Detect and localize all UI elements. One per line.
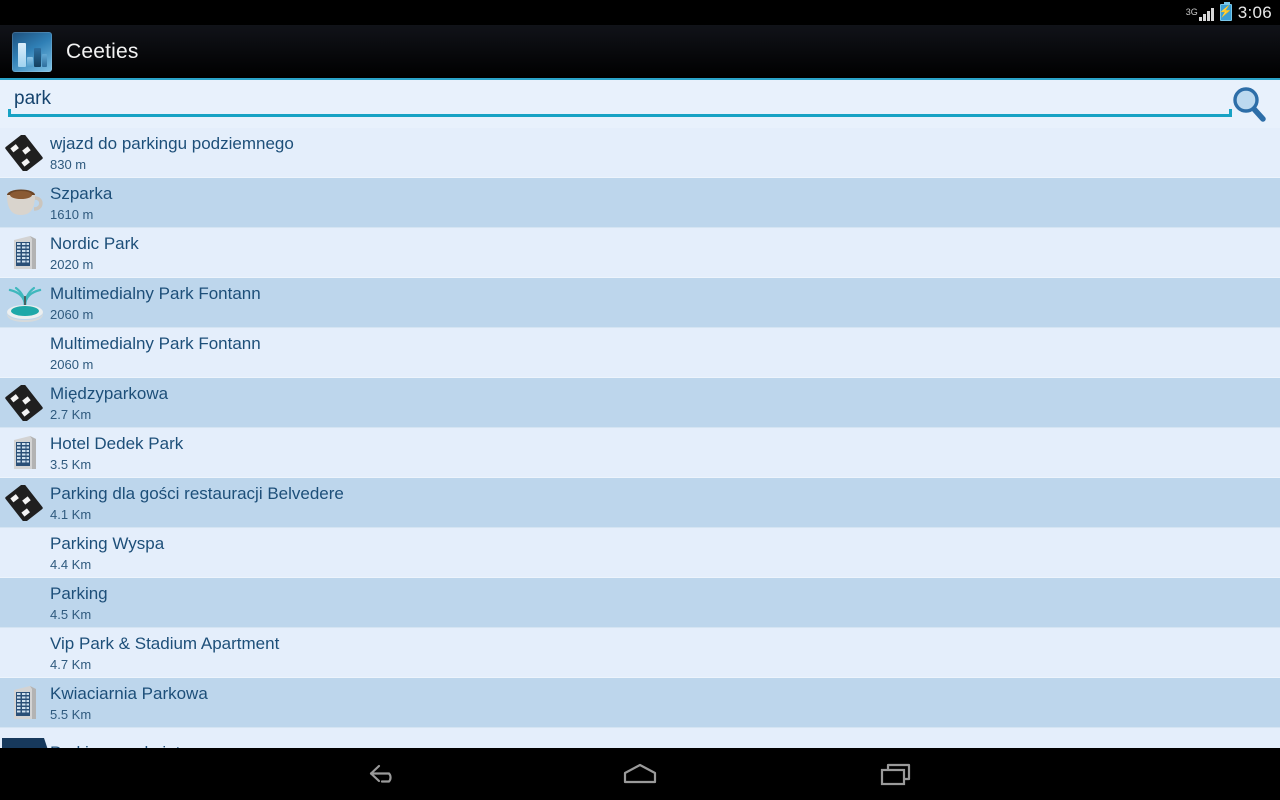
- building-icon: [0, 678, 50, 728]
- list-item-title: Multimedialny Park Fontann: [50, 283, 261, 303]
- list-item-distance: 830 m: [50, 156, 87, 172]
- list-item-text: Szparka 1610 m: [50, 183, 112, 223]
- coffee-cup-icon: [7, 189, 43, 215]
- list-item-distance: 5.5 Km: [50, 706, 92, 722]
- list-item-distance: 2060 m: [50, 306, 94, 322]
- road-icon: [5, 484, 43, 521]
- back-button[interactable]: [320, 748, 448, 800]
- navigation-bar: [0, 748, 1280, 800]
- list-item-icon-empty: [0, 628, 50, 678]
- list-item-distance: 4.5 Km: [50, 606, 92, 622]
- road-icon: [5, 384, 43, 421]
- list-item-distance: 4.4 Km: [50, 556, 92, 572]
- list-item[interactable]: Parking Wyspa 4.4 Km: [0, 528, 1280, 578]
- list-item-title: Nordic Park: [50, 233, 139, 253]
- list-item-distance: 2.7 Km: [50, 406, 92, 422]
- list-item-title: Parking: [50, 583, 108, 603]
- search-input[interactable]: [8, 82, 1232, 117]
- list-item-distance: 2020 m: [50, 256, 94, 272]
- list-item[interactable]: Szparka 1610 m: [0, 178, 1280, 228]
- list-item-title: Parking Wyspa: [50, 533, 165, 553]
- recents-button[interactable]: [832, 748, 960, 800]
- closed-parking-gate-icon: [2, 737, 48, 748]
- list-item-text: Hotel Dedek Park 3.5 Km: [50, 433, 183, 473]
- road-icon: [0, 478, 50, 528]
- list-item[interactable]: Parking 4.5 Km: [0, 578, 1280, 628]
- list-item-distance: 1610 m: [50, 206, 94, 222]
- home-button[interactable]: [576, 748, 704, 800]
- list-item[interactable]: Parking dla gości restauracji Belvedere 4…: [0, 478, 1280, 528]
- list-item[interactable]: Vip Park & Stadium Apartment 4.7 Km: [0, 628, 1280, 678]
- building-icon: [14, 235, 36, 269]
- list-item-title: Parking dla gości restauracji Belvedere: [50, 483, 344, 503]
- list-item-text: Międzyparkowa 2.7 Km: [50, 383, 168, 423]
- list-item-title: Vip Park & Stadium Apartment: [50, 633, 280, 653]
- list-item-icon-empty: [0, 528, 50, 578]
- list-item-text: Nordic Park 2020 m: [50, 233, 139, 273]
- results-list[interactable]: wjazd do parkingu podziemnego 830 m Szpark…: [0, 128, 1280, 748]
- list-item-icon-empty: [0, 328, 50, 378]
- list-item-text: wjazd do parkingu podziemnego 830 m: [50, 133, 294, 173]
- fountain-icon: [0, 278, 50, 328]
- signal-3g-icon: 3G: [1186, 5, 1214, 21]
- nav-gap-left: [448, 748, 576, 800]
- list-item-distance: 3.5 Km: [50, 456, 92, 472]
- action-bar: Ceeties: [0, 25, 1280, 80]
- recents-icon: [880, 763, 911, 786]
- back-icon: [369, 764, 392, 783]
- building-icon: [0, 228, 50, 278]
- cup-icon: [0, 178, 50, 228]
- search-bar: [0, 82, 1280, 128]
- list-item[interactable]: Nordic Park 2020 m: [0, 228, 1280, 278]
- status-clock: 3:06: [1237, 2, 1272, 22]
- building-icon: [14, 685, 36, 719]
- list-item[interactable]: wjazd do parkingu podziemnego 830 m: [0, 128, 1280, 178]
- road-icon: [0, 378, 50, 428]
- list-item[interactable]: Multimedialny Park Fontann 2060 m: [0, 328, 1280, 378]
- list-item-icon-empty: [0, 578, 50, 628]
- list-item-text: Parking 4.5 Km: [50, 583, 108, 623]
- list-item-text: Parking Wyspa 4.4 Km: [50, 533, 164, 573]
- list-item-title: wjazd do parkingu podziemnego: [50, 133, 294, 153]
- status-bar: 3G ⚡ 3:06: [0, 0, 1280, 25]
- list-item-title: Międzyparkowa: [50, 383, 169, 403]
- ceeties-app-icon[interactable]: [12, 31, 52, 72]
- list-item-text: Parking dla gości restauracji Belvedere 4…: [50, 483, 344, 523]
- list-item-title: Kwiaciarnia Parkowa: [50, 683, 208, 703]
- road-icon: [0, 128, 50, 178]
- android-screen: 3G ⚡ 3:06 Ceeties wjazd do parkingu podz…: [0, 0, 1280, 800]
- app-title: Ceeties: [66, 39, 139, 63]
- search-underline: [8, 109, 1232, 117]
- home-icon: [623, 763, 657, 784]
- list-item-text: Multimedialny Park Fontann 2060 m: [50, 283, 261, 323]
- nav-gap-right: [704, 748, 832, 800]
- network-type-label: 3G: [1185, 6, 1198, 17]
- list-item-title: Multimedialny Park Fontann: [50, 333, 261, 353]
- list-item[interactable]: Parking zamknięty: [0, 728, 1280, 748]
- list-item[interactable]: Międzyparkowa 2.7 Km: [0, 378, 1280, 428]
- building-icon: [0, 428, 50, 478]
- gate-icon: [0, 728, 50, 748]
- list-item-text: Kwiaciarnia Parkowa 5.5 Km: [50, 683, 208, 723]
- list-item[interactable]: Multimedialny Park Fontann 2060 m: [0, 278, 1280, 328]
- list-item[interactable]: Kwiaciarnia Parkowa 5.5 Km: [0, 678, 1280, 728]
- list-item-distance: 4.1 Km: [50, 506, 92, 522]
- search-icon[interactable]: [1228, 84, 1270, 126]
- signal-bars-icon: [1198, 7, 1214, 21]
- battery-charging-icon: ⚡: [1219, 2, 1233, 21]
- list-item[interactable]: Hotel Dedek Park 3.5 Km: [0, 428, 1280, 478]
- list-item-distance: 4.7 Km: [50, 656, 92, 672]
- list-item-distance: 2060 m: [50, 356, 94, 372]
- building-icon: [14, 435, 36, 469]
- search-field-wrapper[interactable]: [8, 82, 1232, 117]
- list-item-text: Multimedialny Park Fontann 2060 m: [50, 333, 261, 373]
- list-item-title: Hotel Dedek Park: [50, 433, 184, 453]
- list-item-title: Szparka: [50, 183, 113, 203]
- list-item-text: Vip Park & Stadium Apartment 4.7 Km: [50, 633, 279, 673]
- road-icon: [5, 134, 43, 171]
- fountain-icon: [7, 286, 43, 322]
